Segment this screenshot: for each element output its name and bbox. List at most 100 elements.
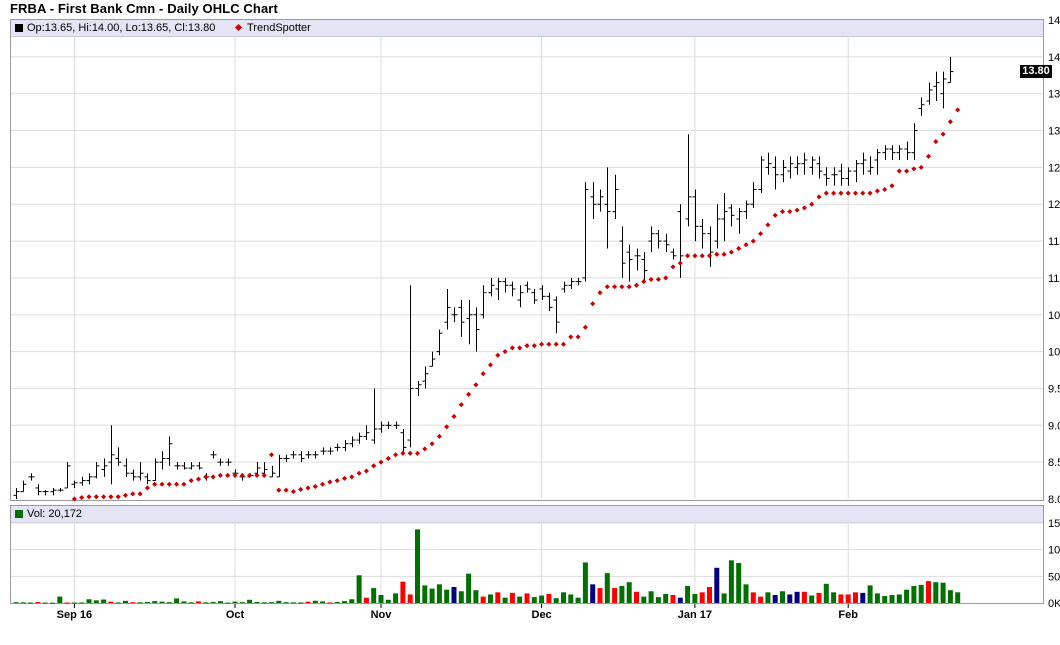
volume-bar	[480, 596, 486, 603]
ohlc-bar	[188, 462, 195, 470]
ohlc-bar	[50, 487, 57, 496]
volume-bar	[451, 587, 457, 603]
ohlc-bar	[896, 145, 903, 161]
ohlc-bar	[115, 447, 122, 466]
ohlc-bar	[655, 230, 662, 249]
trendspotter-point	[122, 492, 129, 498]
volume-bar	[561, 592, 566, 603]
trendspotter-point	[590, 301, 596, 307]
ohlc-bar	[79, 476, 86, 486]
ohlc-bar	[670, 248, 677, 260]
ohlc-bar	[714, 204, 721, 249]
ohlc-bar	[867, 156, 874, 175]
trendspotter-point	[509, 345, 515, 351]
ohlc-bar	[531, 288, 538, 304]
ohlc-bar	[276, 454, 283, 478]
price-tick-label: 9.00	[1048, 420, 1060, 432]
volume-bar	[655, 597, 661, 603]
ohlc-bar	[20, 480, 27, 493]
volume-bar	[918, 584, 924, 603]
volume-bar	[955, 592, 961, 603]
trendspotter-point	[852, 190, 859, 196]
volume-bar	[232, 601, 238, 603]
trendspotter-point	[305, 485, 311, 491]
trendspotter-point	[816, 194, 822, 200]
volume-bar	[283, 602, 289, 604]
trendspotter-point	[144, 485, 150, 491]
trendspotter-point	[546, 341, 552, 347]
trendspotter-point	[195, 476, 202, 482]
volume-bar	[42, 602, 48, 604]
ohlc-bar	[305, 451, 312, 459]
volume-bar	[721, 593, 727, 603]
volume-bar	[93, 600, 99, 603]
trendspotter-point	[743, 242, 749, 248]
ohlc-bar	[42, 490, 49, 496]
ohlc-bar	[823, 167, 830, 186]
trendspotter-point	[867, 190, 873, 196]
volume-bar	[254, 601, 260, 603]
trendspotter-point	[524, 343, 530, 349]
trendspotter-series	[71, 107, 961, 502]
trendspotter-point	[860, 190, 866, 196]
trendspotter-point	[612, 284, 618, 290]
ohlc-bar	[758, 156, 765, 194]
ohlc-bar	[699, 218, 706, 249]
volume-bar	[203, 602, 209, 604]
volume-bar	[473, 590, 479, 603]
trendspotter-point	[714, 251, 720, 257]
trendspotter-point	[663, 275, 669, 281]
ohlc-bar	[159, 451, 166, 470]
volume-bar	[217, 601, 223, 603]
trendspotter-point	[268, 452, 275, 458]
volume-bar	[495, 592, 501, 603]
ohlc-bar	[407, 285, 414, 448]
trendspotter-point	[838, 190, 844, 196]
trendspotter-point	[874, 188, 880, 194]
volume-tick-label: 0K	[1048, 598, 1060, 610]
ohlc-bar	[707, 226, 714, 267]
volume-bar	[677, 597, 683, 603]
trendspotter-point	[349, 474, 355, 480]
ohlc-bar	[298, 451, 305, 463]
trendspotter-point	[765, 222, 771, 228]
trendspotter-point	[502, 349, 508, 355]
ohlc-bar	[123, 458, 130, 477]
volume-bar	[86, 599, 92, 603]
ohlc-bar	[809, 156, 816, 175]
volume-bar	[349, 599, 355, 603]
ohlc-bar	[349, 436, 356, 448]
volume-bar	[911, 585, 917, 603]
volume-bar	[305, 601, 311, 603]
ohlc-bar	[71, 480, 78, 488]
ohlc-bar	[940, 71, 947, 109]
ohlc-bar	[911, 123, 918, 161]
trendspotter-point	[794, 207, 800, 213]
price-tick-label: 14.00	[1048, 52, 1060, 64]
ohlc-bar	[429, 351, 436, 367]
trendspotter-point	[831, 190, 837, 196]
trendspotter-point	[371, 463, 377, 469]
trendspotter-point	[393, 452, 399, 458]
volume-bar	[758, 596, 764, 603]
trendspotter-point	[422, 446, 428, 452]
trendspotter-point	[604, 284, 610, 290]
x-tick-label: Nov	[371, 609, 393, 621]
volume-bar	[568, 594, 574, 603]
volume-bar	[648, 591, 654, 603]
chart-canvas: 14.50 14.00 13.50 13.00 12.50 12.00 11.50 11.00…	[11, 15, 1060, 621]
trendspotter-point	[188, 478, 194, 484]
ohlc-bar	[320, 447, 327, 455]
ohlc-bar	[356, 432, 363, 444]
ohlc-bar	[290, 451, 297, 459]
volume-bar	[896, 594, 902, 603]
last-price-tag: 13.80	[1020, 65, 1052, 78]
volume-bar	[210, 601, 216, 603]
volume-bar	[823, 583, 829, 603]
trendspotter-point	[436, 433, 442, 439]
ohlc-bar	[196, 462, 203, 470]
trendspotter-point	[787, 209, 793, 215]
trendspotter-point	[159, 481, 165, 487]
price-tick-label: 8.00	[1048, 494, 1060, 506]
trendspotter-point	[736, 245, 742, 251]
